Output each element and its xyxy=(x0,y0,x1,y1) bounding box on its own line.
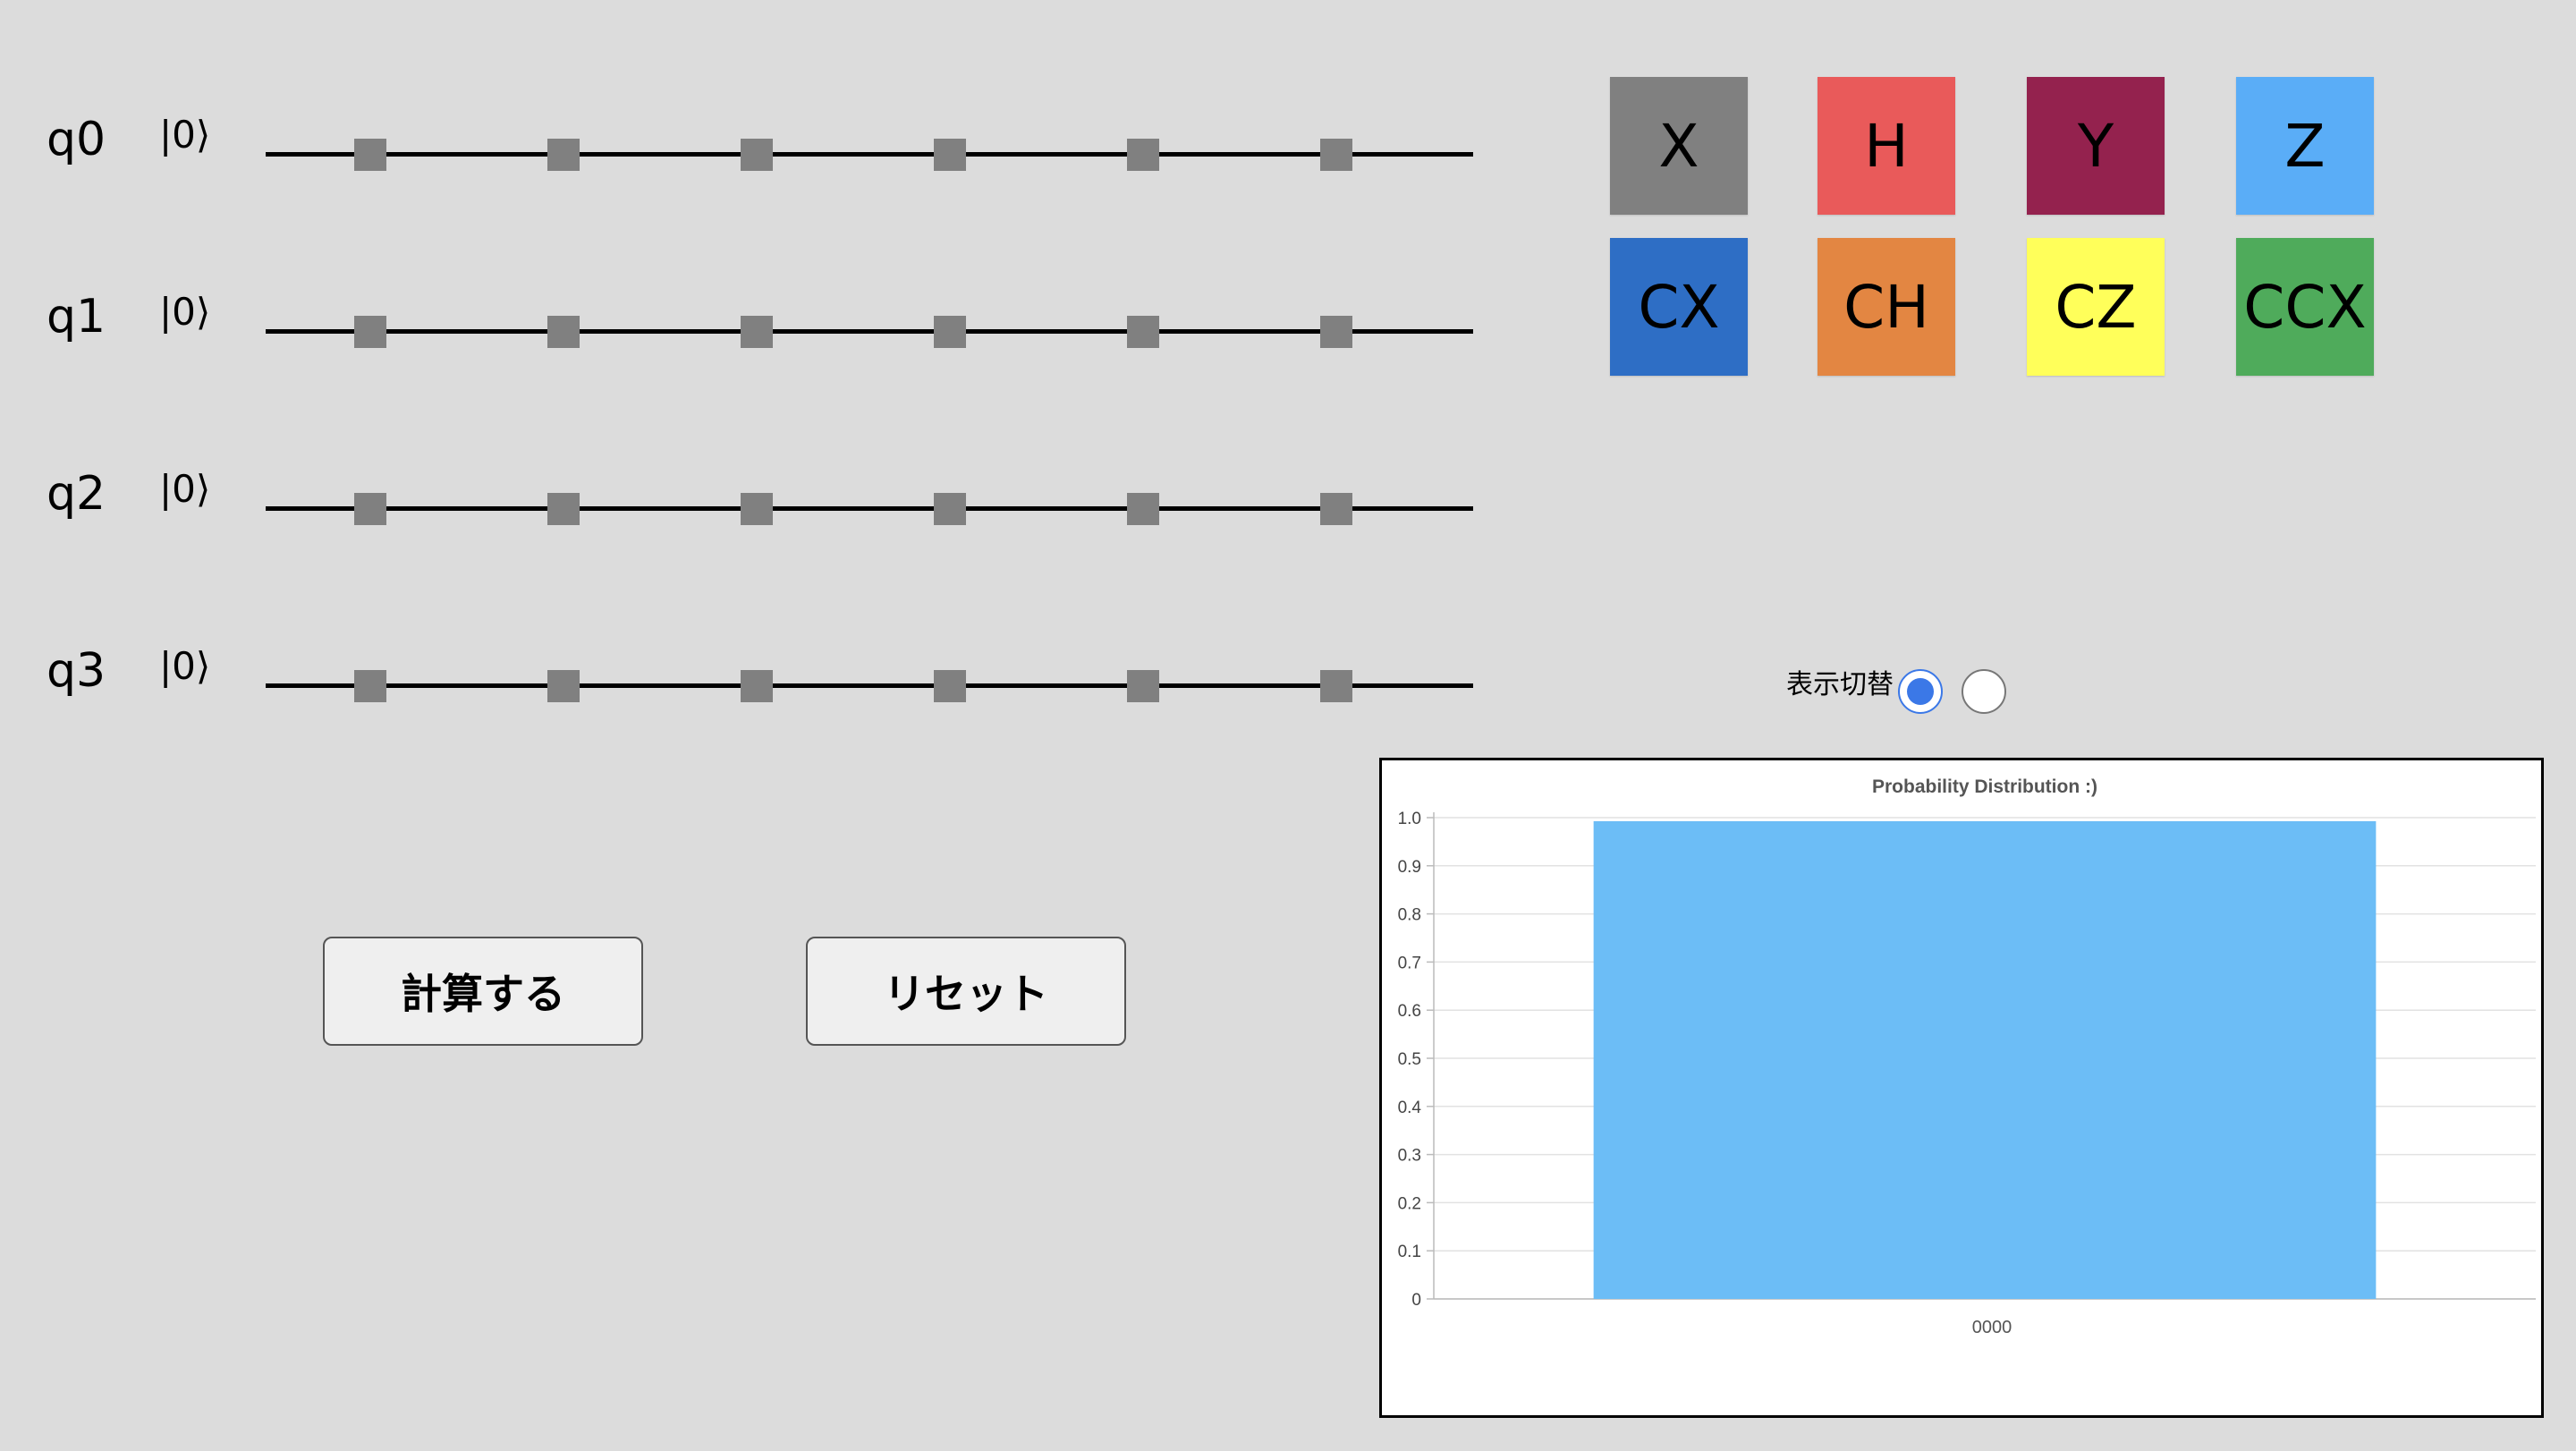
circuit-board: q0 |0⟩ q1 |0⟩ q2 |0⟩ q3 |0⟩ xyxy=(0,0,1521,769)
initial-state-ket: |0⟩ xyxy=(159,644,211,688)
gate-slot[interactable] xyxy=(741,316,773,348)
y-tick-label: 0.9 xyxy=(1398,858,1421,877)
display-toggle-radio-2[interactable] xyxy=(1962,669,2006,714)
gate-slot[interactable] xyxy=(547,493,580,525)
gate-slot[interactable] xyxy=(934,670,966,702)
gate-ch[interactable]: CH xyxy=(1818,238,1955,376)
y-tick-label: 0.2 xyxy=(1398,1194,1421,1213)
gate-palette: X H Y Z CX CH CZ CCX xyxy=(1606,75,2411,540)
gate-slot[interactable] xyxy=(354,670,386,702)
bar-0000 xyxy=(1593,821,2377,1299)
y-tick-label: 0.4 xyxy=(1398,1099,1422,1117)
gate-cz[interactable]: CZ xyxy=(2027,238,2165,376)
qubit-row-q1: q1 |0⟩ xyxy=(0,274,1521,381)
gate-x[interactable]: X xyxy=(1610,77,1748,215)
gate-slot[interactable] xyxy=(1127,493,1159,525)
initial-state-ket: |0⟩ xyxy=(159,467,211,511)
y-tick-label: 0.1 xyxy=(1398,1243,1421,1261)
gate-slot[interactable] xyxy=(354,493,386,525)
initial-state-ket: |0⟩ xyxy=(159,113,211,157)
qubit-label: q0 xyxy=(47,113,106,166)
gate-slot[interactable] xyxy=(934,139,966,171)
gate-cx[interactable]: CX xyxy=(1610,238,1748,376)
y-tick-label: 0.3 xyxy=(1398,1147,1421,1166)
gate-slot[interactable] xyxy=(1127,316,1159,348)
y-tick-label: 0.6 xyxy=(1398,1002,1421,1021)
gate-slot[interactable] xyxy=(741,670,773,702)
chart-title: Probability Distribution :) xyxy=(1872,776,2097,797)
y-tick-label: 0.8 xyxy=(1398,906,1421,925)
gate-h[interactable]: H xyxy=(1818,77,1955,215)
gate-slot[interactable] xyxy=(1127,139,1159,171)
y-tick-label: 0.7 xyxy=(1398,954,1421,972)
gate-slot[interactable] xyxy=(1320,139,1352,171)
gate-slot[interactable] xyxy=(354,316,386,348)
gate-slot[interactable] xyxy=(1320,670,1352,702)
qubit-row-q0: q0 |0⟩ xyxy=(0,97,1521,204)
qubit-wire xyxy=(266,683,1473,688)
probability-chart: Probability Distribution :) 1.0 0.9 0.8 0.7 0… xyxy=(1379,758,2544,1418)
qubit-wire xyxy=(266,152,1473,157)
gate-slot[interactable] xyxy=(934,316,966,348)
gate-slot[interactable] xyxy=(1320,493,1352,525)
y-tick-label: 0 xyxy=(1411,1291,1421,1310)
gate-slot[interactable] xyxy=(547,139,580,171)
gate-ccx[interactable]: CCX xyxy=(2236,238,2374,376)
qubit-label: q2 xyxy=(47,467,106,521)
display-toggle-radio-1[interactable] xyxy=(1898,669,1943,714)
qubit-label: q3 xyxy=(47,644,106,698)
gate-slot[interactable] xyxy=(1127,670,1159,702)
gate-slot[interactable] xyxy=(934,493,966,525)
reset-button[interactable]: リセット xyxy=(806,937,1126,1046)
gate-slot[interactable] xyxy=(1320,316,1352,348)
gate-z[interactable]: Z xyxy=(2236,77,2374,215)
y-tick-label: 1.0 xyxy=(1398,810,1421,828)
gate-slot[interactable] xyxy=(741,139,773,171)
display-toggle-label: 表示切替 xyxy=(1786,669,1894,700)
x-tick-label: 0000 xyxy=(1972,1318,2012,1337)
gate-slot[interactable] xyxy=(547,316,580,348)
gate-y[interactable]: Y xyxy=(2027,77,2165,215)
qubit-wire xyxy=(266,506,1473,511)
qubit-row-q2: q2 |0⟩ xyxy=(0,451,1521,558)
qubit-row-q3: q3 |0⟩ xyxy=(0,628,1521,735)
chart-svg: Probability Distribution :) 1.0 0.9 0.8 0.7 0… xyxy=(1398,776,2536,1337)
qubit-wire xyxy=(266,329,1473,334)
calculate-button[interactable]: 計算する xyxy=(323,937,643,1046)
initial-state-ket: |0⟩ xyxy=(159,290,211,334)
gate-slot[interactable] xyxy=(741,493,773,525)
qubit-label: q1 xyxy=(47,290,106,344)
gate-slot[interactable] xyxy=(354,139,386,171)
y-tick-label: 0.5 xyxy=(1398,1050,1421,1069)
gate-slot[interactable] xyxy=(547,670,580,702)
